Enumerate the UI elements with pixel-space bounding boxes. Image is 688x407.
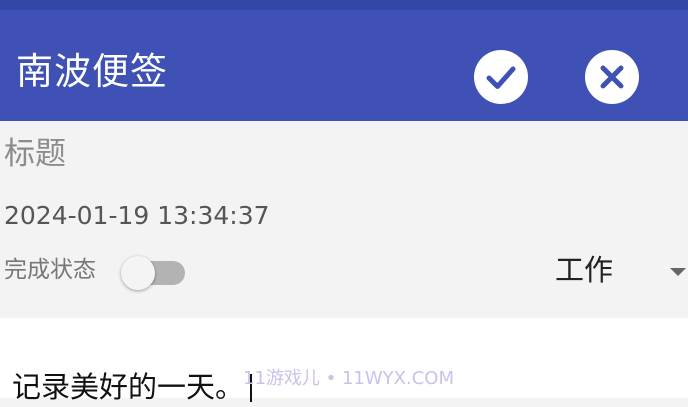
done-status-toggle[interactable] <box>121 256 185 290</box>
close-icon <box>600 65 624 89</box>
dropdown-arrow-icon <box>670 268 686 276</box>
note-content-text: 记录美好的一天。 <box>12 370 245 404</box>
category-value: 工作 <box>555 253 614 287</box>
status-bar-strip <box>0 0 688 10</box>
title-input[interactable] <box>4 134 504 174</box>
app-bar: 南波便签 <box>0 10 688 121</box>
toggle-thumb <box>121 256 155 290</box>
app-title: 南波便签 <box>16 50 168 93</box>
watermark: 11游戏儿 • 11WYX.COM <box>243 368 454 389</box>
note-content[interactable]: 记录美好的一天。 <box>12 367 253 407</box>
check-icon <box>486 66 516 89</box>
note-datetime: 2024-01-19 13:34:37 <box>4 201 270 230</box>
close-button[interactable] <box>585 50 639 104</box>
done-status-label: 完成状态 <box>4 257 96 283</box>
category-dropdown[interactable]: 工作 <box>540 248 688 292</box>
confirm-button[interactable] <box>474 50 528 104</box>
